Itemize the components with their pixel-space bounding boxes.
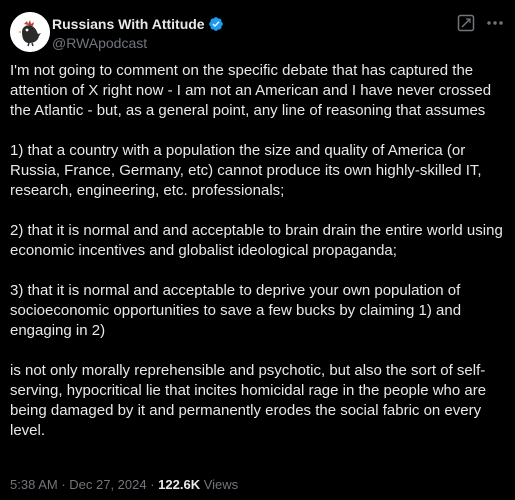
rooster-logo-icon <box>10 12 50 52</box>
author-display-name[interactable]: Russians With Attitude <box>52 16 205 32</box>
verified-badge-icon <box>208 16 224 32</box>
tweet-paragraph: 3) that it is normal and acceptable to d… <box>10 282 462 339</box>
more-options-icon[interactable] <box>485 14 505 32</box>
tweet-header: Russians With Attitude @RWApodcast <box>10 12 505 56</box>
tweet-paragraph: I'm not going to comment on the specific… <box>10 62 492 119</box>
tweet-date[interactable]: Dec 27, 2024 <box>69 477 146 492</box>
author-names: Russians With Attitude @RWApodcast <box>52 15 224 51</box>
tweet-text: I'm not going to comment on the specific… <box>10 61 507 441</box>
avatar[interactable] <box>10 12 50 52</box>
tweet-paragraph: 2) that it is normal and and acceptable … <box>10 222 503 259</box>
meta-separator: · <box>146 477 159 492</box>
tweet: Russians With Attitude @RWApodcast I'm n… <box>0 0 515 500</box>
grok-icon[interactable] <box>457 14 475 32</box>
author-handle[interactable]: @RWApodcast <box>52 35 224 51</box>
views-count[interactable]: 122.6K <box>158 477 200 492</box>
views-label: Views <box>200 477 239 492</box>
tweet-time[interactable]: 5:38 AM <box>10 477 58 492</box>
meta-separator: · <box>57 477 70 492</box>
tweet-paragraph: 1) that a country with a population the … <box>10 142 482 199</box>
tweet-paragraph: is not only morally reprehensible and ps… <box>10 362 487 439</box>
tweet-meta: 5:38 AM · Dec 27, 2024 · 122.6K Views <box>10 477 238 493</box>
